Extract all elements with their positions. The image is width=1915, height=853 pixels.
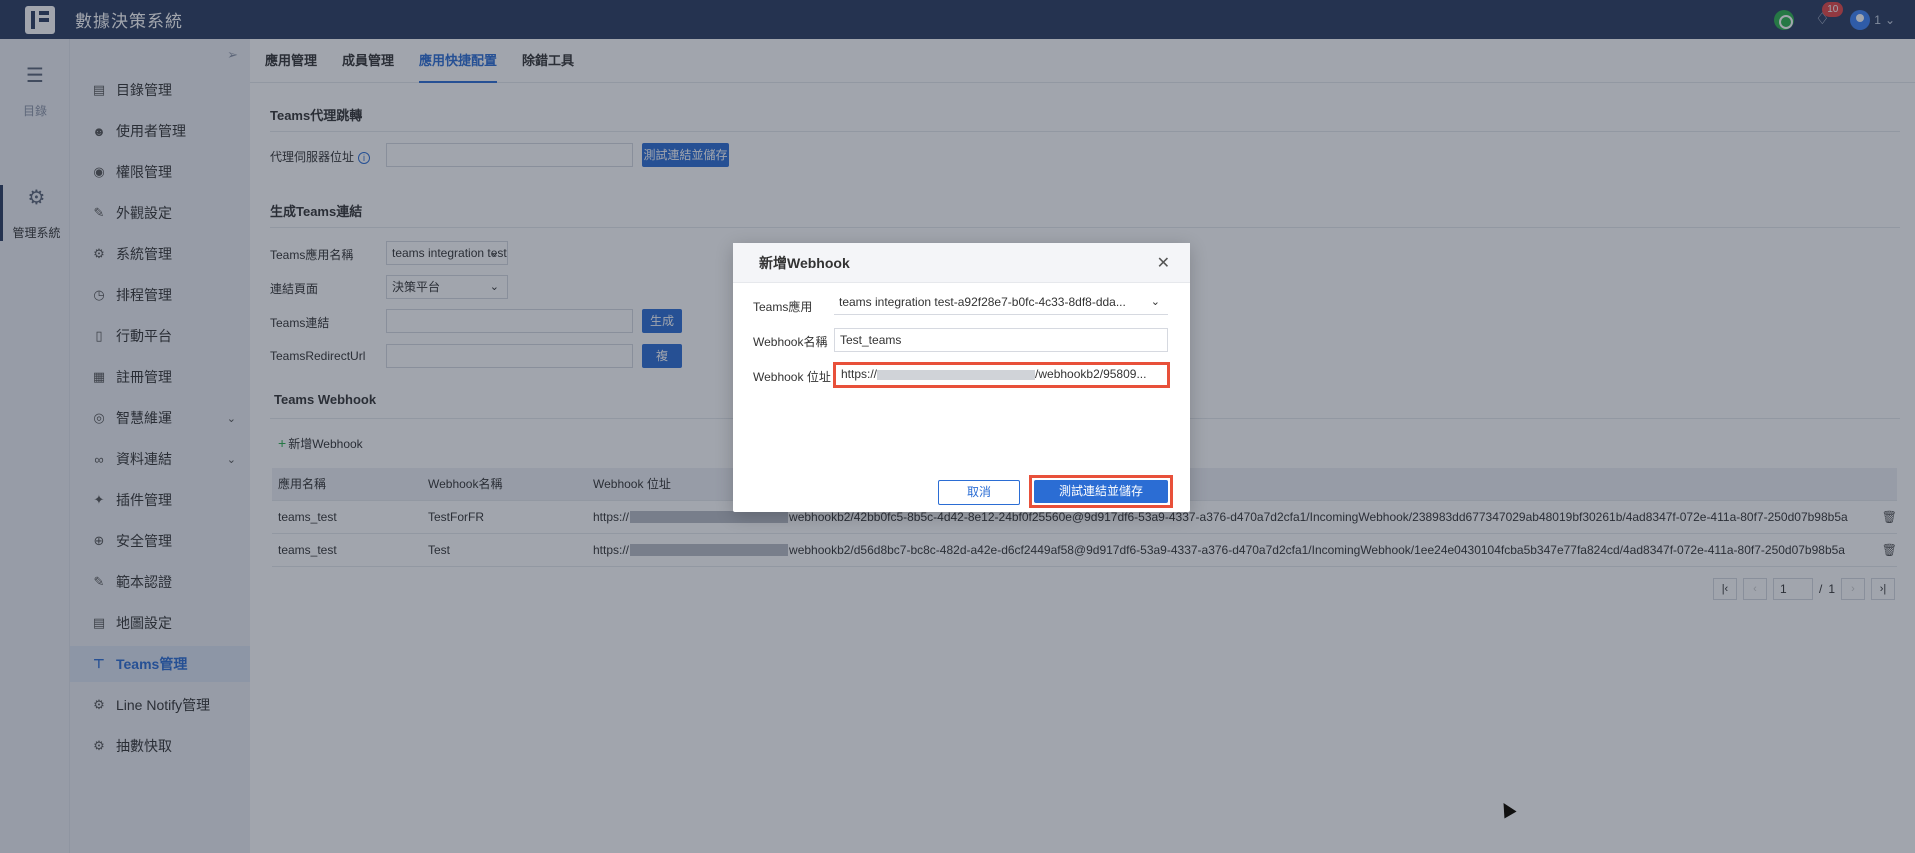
add-webhook-dialog: 新增Webhook ✕ Teams應用 teams integration te… [733, 243, 1190, 512]
webhook-url-input[interactable]: https:// /webhookb2/95809... [833, 362, 1170, 388]
test-save-button[interactable]: 測試連結並儲存 [1034, 480, 1168, 503]
dialog-title: 新增Webhook [759, 254, 850, 271]
teams-app-select[interactable]: teams integration test-a92f28e7-b0fc-4c3… [834, 291, 1168, 315]
cancel-button[interactable]: 取消 [938, 480, 1020, 505]
close-icon[interactable]: ✕ [1157, 253, 1170, 273]
teams-app-label: Teams應用 [753, 300, 813, 314]
webhook-url-label: Webhook 位址 [753, 370, 831, 384]
url-prefix: https:// [841, 367, 878, 381]
chevron-down-icon: ⌄ [1150, 296, 1160, 308]
webhook-name-input[interactable]: Test_teams [834, 328, 1168, 352]
webhook-name-label: Webhook名稱 [753, 335, 828, 349]
dialog-header: 新增Webhook ✕ [733, 243, 1190, 283]
save-button-highlight: 測試連結並儲存 [1029, 475, 1173, 508]
redacted-block [877, 369, 1036, 380]
url-suffix: /webhookb2/95809... [1035, 367, 1147, 381]
teams-app-value: teams integration test-a92f28e7-b0fc-4c3… [839, 295, 1126, 309]
